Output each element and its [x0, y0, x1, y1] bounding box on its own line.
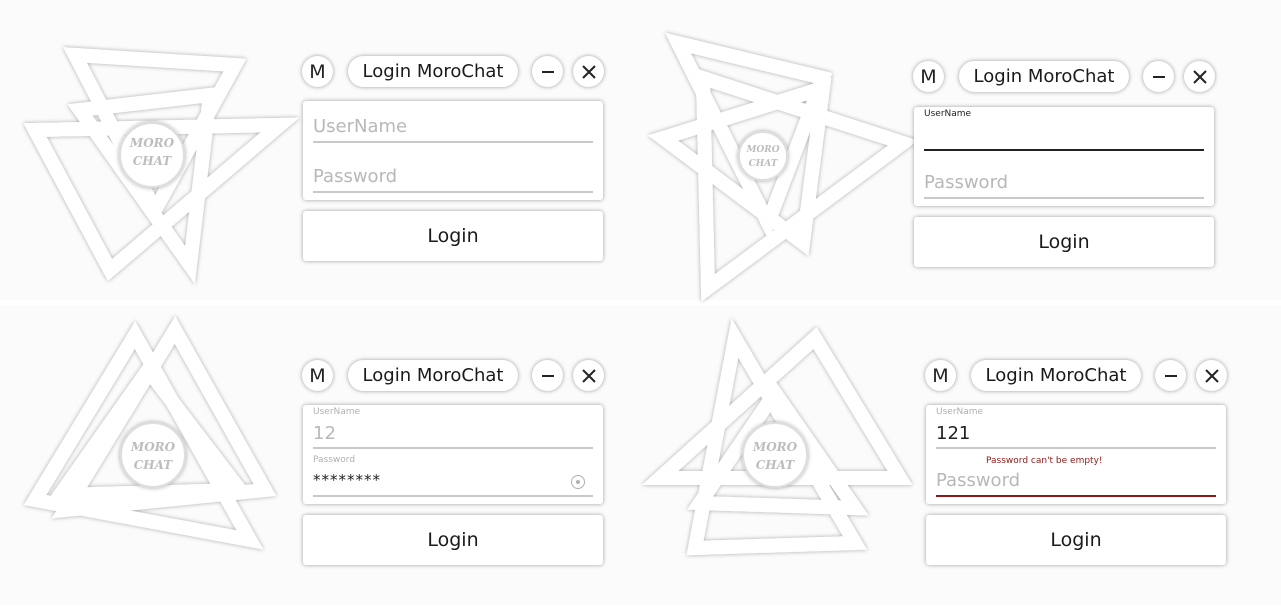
morochat-logo-graphic: MORO CHAT: [23, 316, 277, 550]
username-underline: [313, 447, 593, 449]
window-title: Login MoroChat: [971, 360, 1141, 391]
username-value: 12: [313, 423, 336, 444]
password-value: ********: [313, 471, 381, 489]
minus-icon: [1164, 374, 1177, 377]
show-password-icon[interactable]: [571, 475, 585, 489]
login-button-label: Login: [427, 225, 479, 247]
login-button[interactable]: Login: [926, 515, 1226, 565]
morochat-logo-graphic: MORO CHAT: [641, 318, 913, 556]
password-field[interactable]: Password: [313, 149, 593, 193]
login-button-label: Login: [1050, 529, 1102, 551]
password-underline: [313, 191, 593, 193]
close-button[interactable]: [1196, 360, 1227, 391]
minimize-button[interactable]: [532, 360, 563, 391]
logo-text-chat: CHAT: [756, 458, 796, 472]
m-button-label: M: [920, 65, 937, 88]
username-field[interactable]: UserName 121: [936, 405, 1216, 449]
window-title-text: Login MoroChat: [362, 61, 504, 82]
username-placeholder: UserName: [313, 116, 408, 137]
m-button-label: M: [309, 364, 326, 387]
logo-text-chat: CHAT: [133, 154, 173, 168]
password-field[interactable]: Password ********: [313, 453, 593, 497]
username-floating-label: UserName: [313, 407, 361, 417]
username-value: 121: [936, 423, 971, 444]
window-title-text: Login MoroChat: [985, 365, 1127, 386]
username-field[interactable]: UserName 12: [313, 405, 593, 449]
password-underline: [936, 495, 1216, 497]
close-icon: [1204, 368, 1219, 383]
logo-text-moro: MORO: [130, 440, 176, 454]
morochat-logo: MORO CHAT: [23, 47, 300, 284]
minimize-button[interactable]: [1143, 61, 1174, 92]
username-field[interactable]: UserName: [924, 107, 1204, 151]
morochat-logo: MORO CHAT: [647, 32, 919, 302]
login-form: UserName 121 Password can't be empty! Pa…: [926, 405, 1226, 504]
password-underline: [313, 495, 593, 497]
close-icon: [581, 64, 596, 79]
m-button[interactable]: M: [925, 360, 956, 391]
logo-text-chat: CHAT: [749, 159, 779, 169]
close-icon: [1192, 69, 1207, 84]
login-form: UserName Password: [914, 107, 1214, 206]
login-button-label: Login: [1038, 231, 1090, 253]
password-field[interactable]: Password: [924, 155, 1204, 199]
logo-text-moro: MORO: [752, 440, 798, 454]
morochat-logo: MORO CHAT: [641, 318, 913, 556]
m-button[interactable]: M: [302, 56, 333, 87]
login-form: UserName Password: [303, 101, 603, 200]
password-floating-label: Password: [313, 455, 356, 465]
logo-text-moro: MORO: [745, 145, 779, 155]
minus-icon: [1152, 75, 1165, 78]
password-error-message: Password can't be empty!: [986, 456, 1103, 466]
morochat-logo: MORO CHAT: [23, 316, 277, 550]
close-icon: [581, 368, 596, 383]
login-button[interactable]: Login: [914, 217, 1214, 267]
minus-icon: [541, 70, 554, 73]
login-button[interactable]: Login: [303, 211, 603, 261]
minus-icon: [541, 374, 554, 377]
password-placeholder: Password: [936, 470, 1021, 491]
close-button[interactable]: [1184, 61, 1215, 92]
username-floating-label: UserName: [936, 407, 984, 417]
username-underline: [313, 141, 593, 143]
close-button[interactable]: [573, 360, 604, 391]
window-title-text: Login MoroChat: [973, 66, 1115, 87]
minimize-button[interactable]: [1155, 360, 1186, 391]
username-underline: [924, 149, 1204, 151]
username-field[interactable]: UserName: [313, 99, 593, 143]
morochat-logo-graphic: MORO CHAT: [23, 47, 300, 284]
logo-text-moro: MORO: [129, 136, 175, 150]
password-placeholder: Password: [313, 166, 398, 187]
m-button-label: M: [309, 60, 326, 83]
username-underline: [936, 447, 1216, 449]
m-button-label: M: [932, 364, 949, 387]
minimize-button[interactable]: [532, 56, 563, 87]
close-button[interactable]: [573, 56, 604, 87]
login-button[interactable]: Login: [303, 515, 603, 565]
password-underline: [924, 197, 1204, 199]
login-form: UserName 12 Password ********: [303, 405, 603, 504]
window-title-text: Login MoroChat: [362, 365, 504, 386]
window-title: Login MoroChat: [348, 360, 518, 391]
password-placeholder: Password: [924, 172, 1009, 193]
window-title: Login MoroChat: [959, 61, 1129, 92]
password-field[interactable]: Password can't be empty! Password: [936, 453, 1216, 497]
logo-text-chat: CHAT: [134, 458, 174, 472]
window-title: Login MoroChat: [348, 56, 518, 87]
username-floating-label: UserName: [924, 109, 972, 119]
m-button[interactable]: M: [913, 61, 944, 92]
login-button-label: Login: [427, 529, 479, 551]
morochat-logo-graphic: MORO CHAT: [647, 32, 919, 302]
m-button[interactable]: M: [302, 360, 333, 391]
